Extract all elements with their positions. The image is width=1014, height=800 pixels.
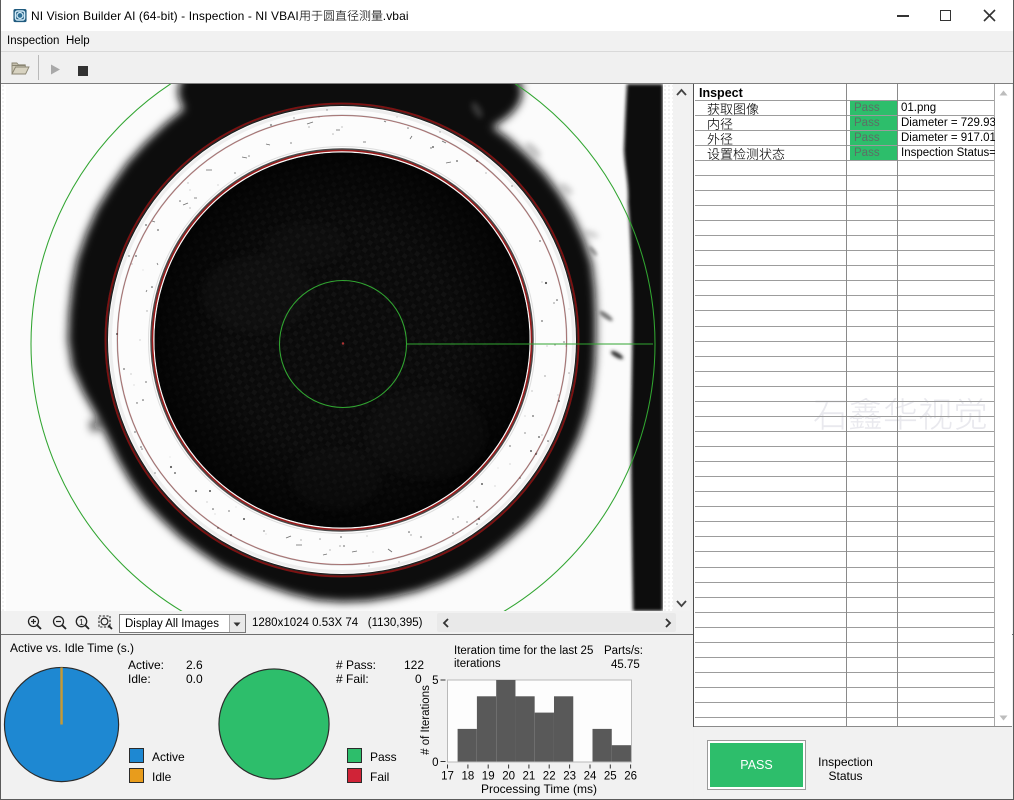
svg-text:17: 17 bbox=[441, 771, 454, 783]
svg-text:20: 20 bbox=[502, 771, 515, 783]
svg-text:Processing Time (ms): Processing Time (ms) bbox=[481, 782, 597, 796]
svg-text:26: 26 bbox=[624, 771, 637, 783]
svg-text:23: 23 bbox=[563, 771, 576, 783]
svg-text:19: 19 bbox=[482, 771, 495, 783]
svg-text:0: 0 bbox=[432, 757, 438, 769]
svg-text:24: 24 bbox=[584, 771, 597, 783]
svg-text:25: 25 bbox=[604, 771, 617, 783]
svg-text:18: 18 bbox=[462, 771, 475, 783]
svg-text:5: 5 bbox=[432, 675, 438, 687]
svg-text:1: 1 bbox=[79, 617, 84, 627]
svg-text:21: 21 bbox=[523, 771, 536, 783]
svg-text:22: 22 bbox=[543, 771, 556, 783]
